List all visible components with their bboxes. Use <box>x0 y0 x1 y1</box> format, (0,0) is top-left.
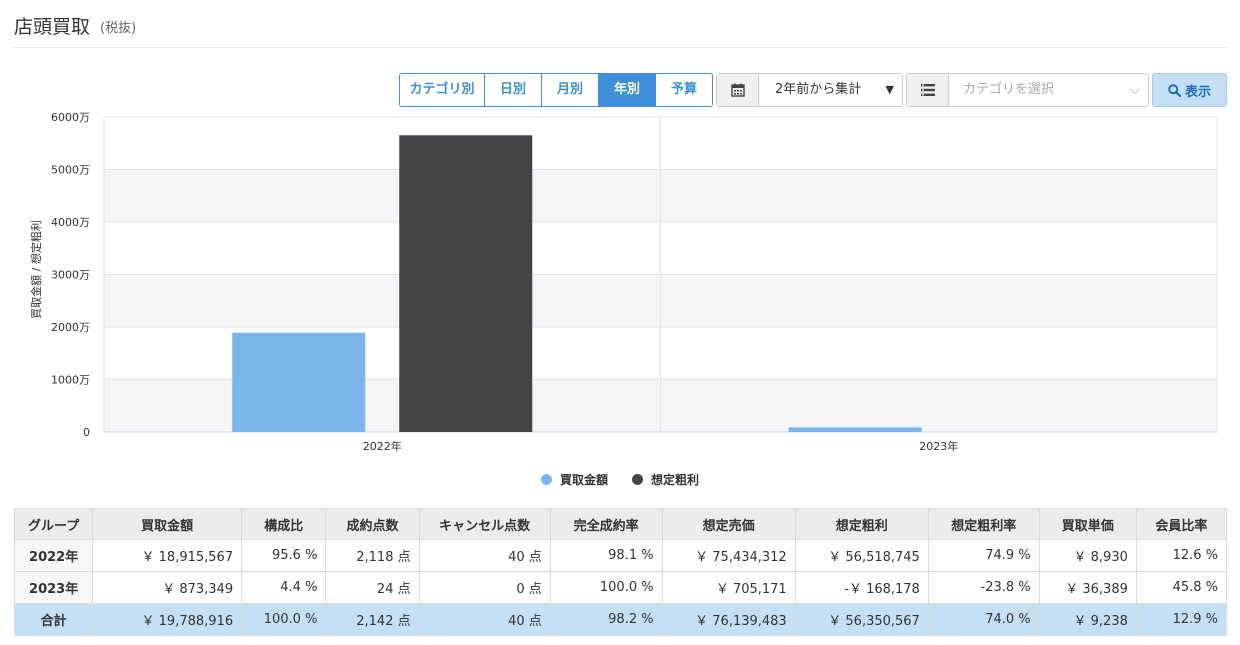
table-cell: 2023年 <box>13 571 94 604</box>
category-select-value[interactable]: カテゴリを選択 ⌵ <box>949 74 1148 106</box>
period-select-label: 2年前から集計 <box>775 82 862 97</box>
table-cell: ￥ 18,915,567 <box>92 539 243 572</box>
y-tick-label: 4000万 <box>51 216 90 229</box>
table-cell: ￥ 9,238 <box>1038 603 1137 636</box>
table-cell: ￥ 56,350,567 <box>794 603 929 636</box>
y-tick-label: 5000万 <box>51 164 90 177</box>
table-cell: 74.0 % <box>927 603 1040 636</box>
tab-daily[interactable]: 日別 <box>485 74 542 106</box>
table-cell: 98.1 % <box>549 539 663 572</box>
chevron-down-icon: ▼ <box>885 83 894 96</box>
table-cell: ￥ 76,139,483 <box>661 603 796 636</box>
legend-item-series2[interactable]: 想定粗利 <box>632 471 699 488</box>
category-select-placeholder: カテゴリを選択 <box>963 82 1055 97</box>
y-tick-label: 2000万 <box>51 321 90 334</box>
col-header-complete-rate: 完全成約率 <box>549 508 663 540</box>
page-title: 店頭買取 <box>14 16 91 38</box>
table-row: 2023年 ￥ 873,349 4.4 % 24 点 0 点 100.0 % ￥… <box>13 571 1228 604</box>
legend-label-series1: 買取金額 <box>560 473 609 487</box>
tab-yearly[interactable]: 年別 <box>599 74 656 106</box>
table-cell: 45.8 % <box>1135 571 1228 604</box>
chart-legend: 買取金額 想定粗利 <box>541 471 699 488</box>
period-select[interactable]: 2年前から集計 ▼ <box>716 73 903 107</box>
page-header: 店頭買取 (税抜) <box>14 10 1226 48</box>
table-cell: ￥ 19,788,916 <box>92 603 243 636</box>
col-header-group: グループ <box>13 508 94 540</box>
legend-marker-series1 <box>541 474 552 485</box>
y-tick-label: 1000万 <box>51 374 90 387</box>
x-tick-label: 2022年 <box>363 439 402 453</box>
page-subtitle: (税抜) <box>100 21 137 36</box>
table-cell: 24 点 <box>325 571 420 604</box>
summary-table: グループ 買取金額 構成比 成約点数 キャンセル点数 完全成約率 想定売価 想定… <box>13 508 1228 636</box>
y-tick-label: 6000万 <box>51 111 90 124</box>
table-cell: 12.9 % <box>1135 603 1228 636</box>
legend-marker-series2 <box>632 474 644 485</box>
table-cell: ￥ 75,434,312 <box>661 539 796 572</box>
legend-item-series1[interactable]: 買取金額 <box>541 471 608 488</box>
col-header-member-ratio: 会員比率 <box>1135 508 1228 540</box>
tab-monthly[interactable]: 月別 <box>542 74 599 106</box>
table-cell: 98.2 % <box>549 603 663 636</box>
table-cell: ￥ 8,930 <box>1038 539 1137 572</box>
table-cell: 合計 <box>13 603 94 636</box>
chart-svg: 0 1000万 2000万 3000万 4000万 5000万 6000万 2022年 2023… <box>29 111 1218 453</box>
col-header-ratio: 構成比 <box>241 508 327 540</box>
table-total-row: 合計 ￥ 19,788,916 100.0 % 2,142 点 40 点 98.… <box>13 603 1228 636</box>
col-header-purchase-amount: 買取金額 <box>92 508 243 540</box>
table-cell: ￥ 705,171 <box>661 571 796 604</box>
list-icon <box>907 74 949 106</box>
chevron-down-icon: ⌵ <box>1129 82 1140 98</box>
bar-purchase-amount-0 <box>232 332 366 432</box>
category-select[interactable]: カテゴリを選択 ⌵ <box>906 73 1149 107</box>
table-cell: 95.6 % <box>241 539 327 572</box>
bar-purchase-amount-1 <box>788 427 922 432</box>
col-header-cancel-count: キャンセル点数 <box>418 508 551 540</box>
legend-label-series2: 想定粗利 <box>651 473 700 487</box>
show-button-label: 表示 <box>1184 84 1211 100</box>
table-cell: 2,142 点 <box>325 603 420 636</box>
calendar-icon <box>717 74 759 106</box>
view-tabs: カテゴリ別 日別 月別 年別 予算 <box>399 73 713 107</box>
table-cell: 100.0 % <box>241 603 327 636</box>
x-tick-label: 2023年 <box>919 439 958 453</box>
table-cell: 74.9 % <box>927 539 1040 572</box>
col-header-contract-count: 成約点数 <box>325 508 420 540</box>
show-button[interactable]: 表示 <box>1152 73 1227 107</box>
table-header-row: グループ 買取金額 構成比 成約点数 キャンセル点数 完全成約率 想定売価 想定… <box>13 508 1228 540</box>
period-select-value[interactable]: 2年前から集計 ▼ <box>759 74 902 106</box>
search-icon <box>1168 83 1181 97</box>
table-cell: 0 点 <box>418 571 551 604</box>
table-cell: ￥ 36,389 <box>1038 571 1137 604</box>
table-cell: 40 点 <box>418 539 551 572</box>
table-cell: 4.4 % <box>241 571 327 604</box>
table-cell: ￥ 873,349 <box>92 571 243 604</box>
y-tick-label: 3000万 <box>51 269 90 282</box>
table-cell: -23.8 % <box>927 571 1040 604</box>
bar-expected-profit-0 <box>399 135 533 432</box>
table-cell: ￥ 56,518,745 <box>794 539 929 572</box>
col-header-expected-price: 想定売価 <box>661 508 796 540</box>
table-cell: -￥ 168,178 <box>794 571 929 604</box>
table-cell: 2,118 点 <box>325 539 420 572</box>
bar-chart: 0 1000万 2000万 3000万 4000万 5000万 6000万 2022年 2023… <box>0 110 1240 500</box>
y-axis-title: 買取金額 / 想定粗利 <box>29 220 43 319</box>
col-header-unit-price: 買取単価 <box>1038 508 1137 540</box>
tab-category[interactable]: カテゴリ別 <box>400 74 485 106</box>
col-header-expected-profit: 想定粗利 <box>794 508 929 540</box>
tab-budget[interactable]: 予算 <box>656 74 712 106</box>
table-cell: 40 点 <box>418 603 551 636</box>
col-header-profit-rate: 想定粗利率 <box>927 508 1040 540</box>
table-row: 2022年 ￥ 18,915,567 95.6 % 2,118 点 40 点 9… <box>13 539 1228 572</box>
y-tick-label: 0 <box>83 426 90 439</box>
table-cell: 12.6 % <box>1135 539 1228 572</box>
table-cell: 100.0 % <box>549 571 663 604</box>
table-cell: 2022年 <box>13 539 94 572</box>
